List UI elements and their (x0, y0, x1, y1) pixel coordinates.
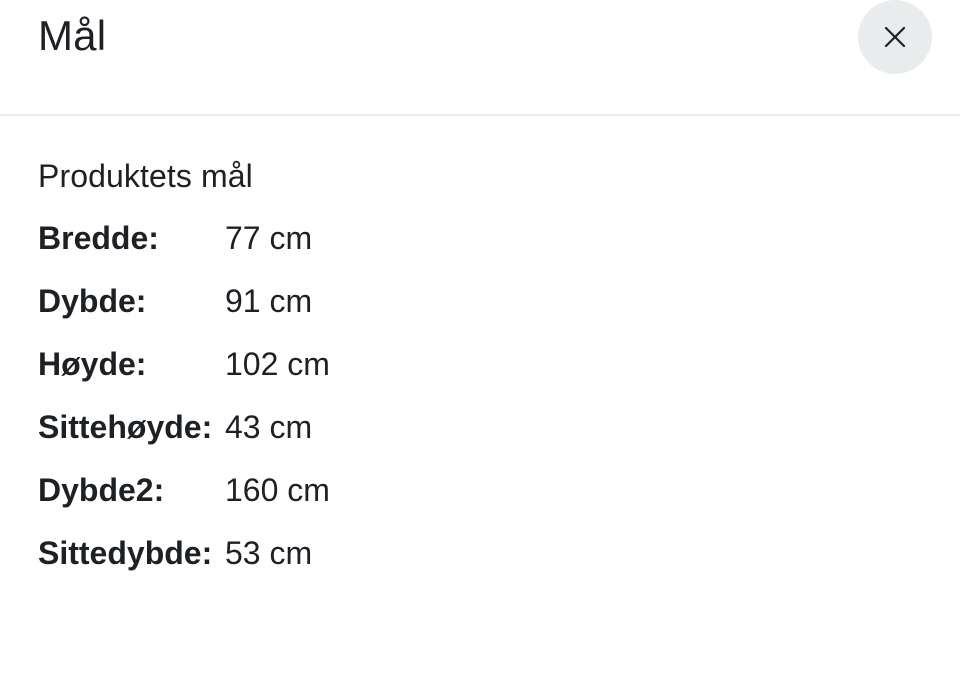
dimension-value: 77 cm (225, 219, 313, 256)
dimension-value: 160 cm (225, 471, 330, 508)
dimension-label: Sittedybde: (38, 534, 213, 571)
close-button[interactable] (858, 0, 932, 74)
dimensions-modal: Mål Produktets mål Bredde: 77 cm Dybde: … (0, 0, 960, 684)
dimension-row-seat-height: Sittehøyde: 43 cm (38, 395, 922, 458)
dimension-row-depth2: Dybde2: 160 cm (38, 458, 922, 521)
dimension-row-depth: Dybde: 91 cm (38, 269, 922, 332)
dimension-label: Dybde: (38, 282, 147, 319)
dimension-label: Sittehøyde: (38, 408, 213, 445)
close-icon (884, 26, 906, 48)
dimension-value: 53 cm (225, 534, 313, 571)
modal-content: Produktets mål Bredde: 77 cm Dybde: 91 c… (38, 150, 922, 584)
dimension-row-height: Høyde: 102 cm (38, 332, 922, 395)
dimension-label: Høyde: (38, 345, 147, 382)
dimension-value: 91 cm (225, 282, 313, 319)
dimensions-list: Bredde: 77 cm Dybde: 91 cm Høyde: 102 cm… (38, 206, 922, 584)
dimension-label: Dybde2: (38, 471, 165, 508)
modal-title: Mål (38, 12, 107, 59)
dimension-value: 43 cm (225, 408, 313, 445)
section-title: Produktets mål (38, 158, 253, 194)
dimension-label: Bredde: (38, 219, 159, 256)
dimension-value: 102 cm (225, 345, 330, 382)
dimension-row-seat-depth: Sittedybde: 53 cm (38, 521, 922, 584)
modal-header: Mål (0, 0, 960, 116)
dimension-row-width: Bredde: 77 cm (38, 206, 922, 269)
